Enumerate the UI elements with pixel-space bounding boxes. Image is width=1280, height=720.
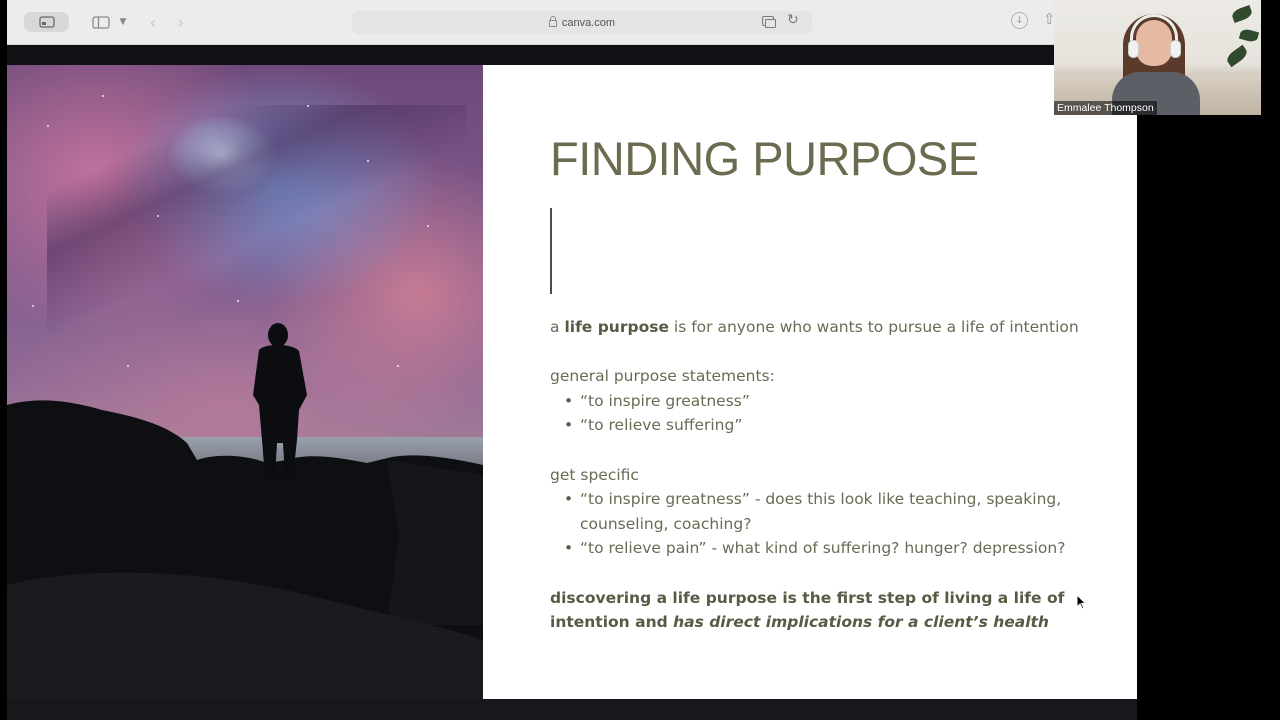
general-bullet-list: “to inspire greatness” “to relieve suffe… bbox=[550, 389, 1090, 438]
conclusion-italic: has direct implications for a client’s h… bbox=[673, 613, 1049, 632]
forward-button[interactable]: › bbox=[173, 12, 189, 32]
video-participant-tile[interactable]: Emmalee Thompson bbox=[1054, 0, 1261, 115]
sidebar-icon bbox=[92, 15, 110, 29]
specific-bullet: “to relieve pain” - what kind of sufferi… bbox=[564, 536, 1090, 561]
accent-divider bbox=[550, 208, 552, 294]
canva-bottom-bar bbox=[7, 699, 1137, 720]
specific-bullet-list: “to inspire greatness” - does this look … bbox=[550, 487, 1090, 561]
sidebar-pill-button[interactable] bbox=[24, 12, 69, 32]
presentation-slide: FINDING PURPOSE a life purpose is for an… bbox=[7, 65, 1137, 699]
person-silhouette bbox=[253, 323, 307, 477]
back-button[interactable]: ‹ bbox=[145, 12, 161, 32]
browser-toolbar: ▼ ‹ › canva.com ↻ ↓ ⇧ bbox=[7, 0, 1056, 45]
plant-leaf bbox=[1238, 27, 1260, 44]
profile-icon bbox=[38, 16, 55, 28]
slide-title: FINDING PURPOSE bbox=[550, 132, 979, 185]
general-bullet: “to inspire greatness” bbox=[564, 389, 1090, 414]
specific-heading: get specific bbox=[550, 465, 639, 484]
intro-suffix: is for anyone who wants to pursue a life… bbox=[668, 318, 1079, 336]
lock-icon bbox=[548, 16, 557, 27]
intro-prefix: a bbox=[550, 318, 565, 336]
plant-leaf bbox=[1224, 44, 1250, 68]
general-heading: general purpose statements: bbox=[550, 367, 775, 386]
headphone-left bbox=[1128, 40, 1139, 58]
download-icon[interactable]: ↓ bbox=[1011, 12, 1028, 29]
specific-bullet: “to inspire greatness” - does this look … bbox=[564, 487, 1090, 536]
participant-name-label: Emmalee Thompson bbox=[1054, 101, 1157, 115]
sidebar-toggle-button[interactable] bbox=[89, 12, 113, 32]
general-bullet: “to relieve suffering” bbox=[564, 413, 1090, 438]
canva-editor-strip bbox=[7, 45, 1054, 65]
intro-line: a life purpose is for anyone who wants t… bbox=[550, 315, 1090, 340]
mouse-pointer-icon bbox=[1076, 594, 1086, 610]
address-bar[interactable]: canva.com bbox=[352, 11, 812, 34]
headphone-right bbox=[1170, 40, 1181, 58]
reload-icon[interactable]: ↻ bbox=[787, 12, 799, 28]
conclusion-text: discovering a life purpose is the first … bbox=[550, 586, 1090, 635]
chevron-down-icon[interactable]: ▼ bbox=[117, 12, 129, 32]
plant-leaf bbox=[1230, 4, 1254, 24]
tabs-icon[interactable] bbox=[762, 16, 776, 28]
intro-bold-term: life purpose bbox=[564, 318, 669, 336]
url-text: canva.com bbox=[561, 16, 616, 29]
slide-body: a life purpose is for anyone who wants t… bbox=[550, 315, 1090, 635]
night-sky-photo bbox=[7, 65, 483, 699]
slide-text-panel: FINDING PURPOSE a life purpose is for an… bbox=[483, 65, 1137, 699]
